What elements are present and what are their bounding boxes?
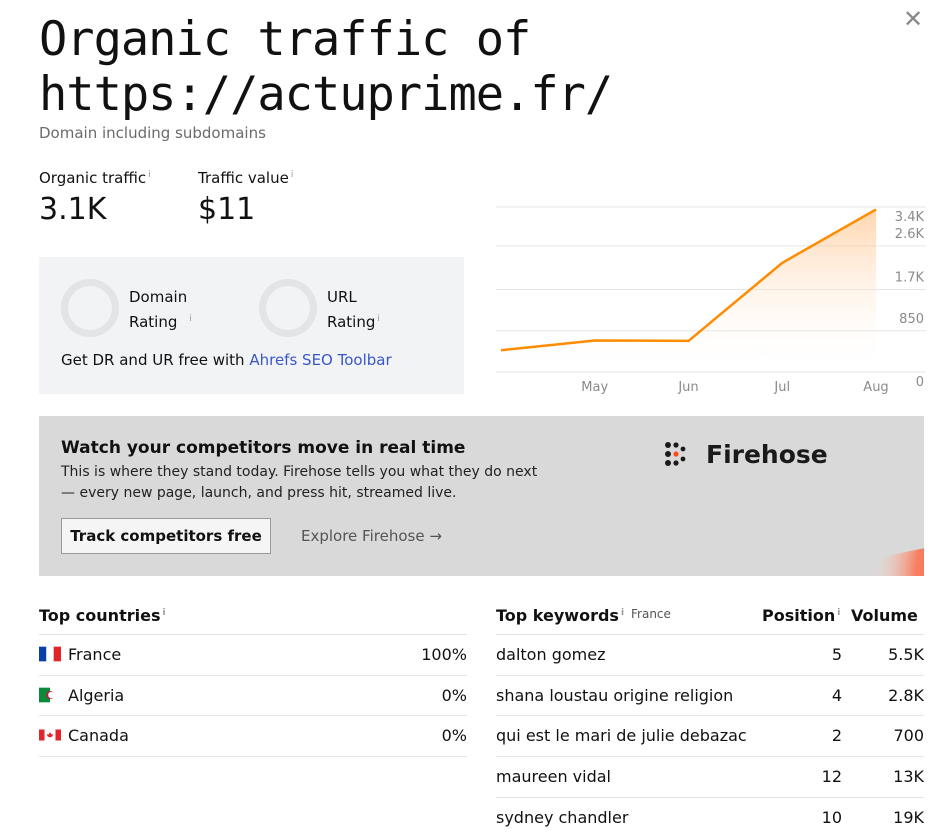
info-icon[interactable]: i [148, 170, 151, 180]
organic-traffic-value: 3.1K [39, 192, 107, 227]
info-icon[interactable]: i [621, 608, 624, 618]
y-tick-label: 3.4K [895, 210, 925, 225]
country-row[interactable]: France 100% [39, 634, 467, 675]
close-icon[interactable]: ✕ [900, 6, 926, 32]
domain-rating-ring-icon [61, 279, 119, 337]
firehose-brand: Firehose [706, 440, 828, 469]
y-tick-label: 2.6K [895, 227, 925, 242]
flag-ca-icon [39, 727, 61, 743]
x-tick-label: Aug [863, 380, 888, 395]
keyword-position: 12 [821, 767, 842, 787]
flag-dz-icon [39, 687, 61, 703]
y-tick-label: 850 [899, 312, 924, 327]
x-tick-label: Jul [773, 380, 790, 395]
y-tick-label: 0 [916, 375, 924, 390]
keywords-country-filter[interactable]: France [631, 607, 671, 621]
country-name: Canada [68, 726, 129, 746]
keyword-volume: 700 [893, 726, 924, 746]
keyword-position: 2 [831, 726, 842, 746]
organic-traffic-label-text: Organic traffic [39, 169, 147, 187]
volume-header-text: Volume [851, 606, 918, 625]
url-rating-ring-icon [259, 279, 317, 337]
country-name: Algeria [68, 685, 125, 705]
keyword-volume: 13K [893, 767, 924, 787]
country-name: France [68, 645, 122, 664]
info-icon[interactable]: i [377, 314, 380, 324]
country-row[interactable]: Algeria 0% [39, 674, 467, 716]
keyword-position: 10 [821, 807, 842, 827]
y-tick-label: 1.7K [895, 271, 925, 286]
keyword-row[interactable]: qui est le mari de julie debazac 2 700 [496, 715, 924, 756]
keyword-text[interactable]: dalton gomez [496, 645, 605, 664]
country-share: 100% [421, 645, 467, 664]
banner-text: This is where they stand today. Firehose… [61, 464, 538, 501]
page-title: Organic traffic of https://actuprime.fr/ [39, 12, 613, 122]
position-header-text: Position [762, 606, 836, 625]
keyword-row[interactable]: shana loustau origine religion 4 2.8K [496, 674, 924, 716]
page-subtitle: Domain including subdomains [39, 124, 266, 142]
x-tick-label: May [581, 380, 608, 395]
flag-fr-icon [39, 646, 61, 662]
country-row[interactable]: Canada 0% [39, 715, 467, 756]
info-icon[interactable]: i [162, 608, 165, 618]
country-share: 0% [441, 685, 467, 705]
domain-rating-label: Domain Rating i [129, 286, 192, 333]
decorative-blob-icon [864, 548, 924, 576]
ratings-footer: Get DR and UR free with Ahrefs SEO Toolb… [61, 351, 392, 369]
keyword-volume: 19K [893, 807, 924, 827]
url-rating-label: URL Rating i [327, 286, 380, 333]
top-countries-title-text: Top countries [39, 606, 161, 625]
organic-traffic-label: Organic traffic i [39, 169, 151, 187]
volume-column-header[interactable]: Volume [851, 606, 918, 625]
domain-rating-line2: Rating [129, 313, 178, 331]
keyword-text[interactable]: sydney chandler [496, 808, 628, 827]
keyword-position: 4 [831, 685, 842, 705]
url-rating-line2: Rating [327, 313, 376, 331]
traffic-value-label-text: Traffic value [198, 169, 289, 187]
chart-area [501, 209, 876, 372]
url-rating-line1: URL [327, 288, 357, 306]
traffic-chart: 3.4K 2.6K 1.7K 850 0 May Jun Jul Aug [496, 206, 926, 395]
keyword-text[interactable]: shana loustau origine religion [496, 686, 733, 705]
position-column-header[interactable]: Position i [762, 606, 840, 625]
keyword-volume: 5.5K [888, 645, 924, 664]
firehose-banner: Watch your competitors move in real time… [39, 416, 924, 576]
table-divider [39, 756, 467, 758]
top-keywords-title-text: Top keywords [496, 606, 619, 625]
keyword-volume: 2.8K [888, 685, 924, 705]
domain-rating-line1: Domain [129, 288, 188, 306]
traffic-value-value: $11 [198, 192, 256, 227]
keyword-row[interactable]: maureen vidal 12 13K [496, 756, 924, 797]
country-share: 0% [441, 726, 467, 746]
explore-firehose-link[interactable]: Explore Firehose → [301, 527, 442, 545]
top-keywords-title: Top keywords i [496, 606, 624, 625]
banner-heading: Watch your competitors move in real time [61, 438, 466, 458]
ratings-panel: Domain Rating i URL Rating i Get DR and UR… [39, 257, 464, 394]
track-competitors-button[interactable]: Track competitors free [61, 518, 271, 554]
info-icon[interactable]: i [291, 170, 294, 180]
top-countries-title: Top countries i [39, 606, 166, 625]
x-tick-label: Jun [677, 380, 698, 395]
keyword-position: 5 [831, 645, 842, 664]
keyword-text[interactable]: maureen vidal [496, 767, 611, 786]
firehose-logo-icon [665, 442, 686, 466]
info-icon[interactable]: i [837, 608, 840, 618]
traffic-value-label: Traffic value i [198, 169, 293, 187]
info-icon[interactable]: i [189, 314, 192, 324]
keyword-row[interactable]: dalton gomez 5 5.5K [496, 634, 924, 675]
keyword-text[interactable]: qui est le mari de julie debazac [496, 726, 747, 745]
seo-toolbar-link[interactable]: Ahrefs SEO Toolbar [249, 351, 391, 369]
ratings-footer-text: Get DR and UR free with [61, 351, 250, 369]
keyword-row[interactable]: sydney chandler 10 19K [496, 796, 924, 838]
